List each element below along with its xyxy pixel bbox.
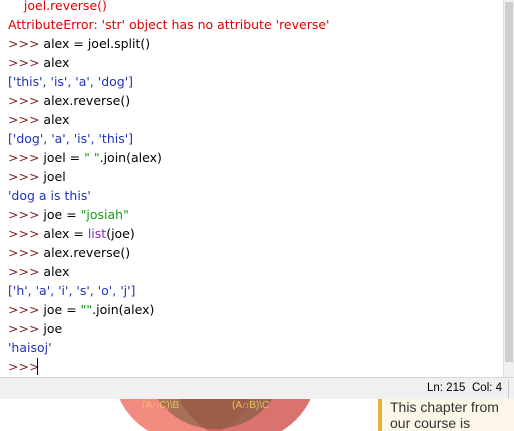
- line-number-indicator: Ln: 215: [427, 382, 466, 394]
- prompt-marker: >>>: [8, 302, 40, 317]
- python-shell-text-area[interactable]: joel.reverse() AttributeError: 'str' obje…: [0, 0, 514, 377]
- shell-output-line: ['h', 'a', 'i', 's', 'o', 'j']: [8, 281, 135, 300]
- callout-line-1: This chapter from: [390, 399, 499, 415]
- output-text: ['this', 'is', 'a', 'dog']: [8, 74, 134, 89]
- string-literal: " ": [84, 150, 100, 165]
- prompt-marker: >>>: [8, 264, 40, 279]
- prompt-marker: >>>: [8, 36, 40, 51]
- column-number-indicator: Col: 4: [472, 382, 503, 394]
- shell-input-line: >>> alex: [8, 53, 69, 72]
- prompt-marker: >>>: [8, 226, 40, 241]
- code-text: joe =: [43, 302, 81, 317]
- builtin-name: list: [87, 226, 107, 241]
- shell-input-line: >>> joel = " ".join(alex): [8, 148, 162, 167]
- shell-input-line: >>> alex: [8, 262, 69, 281]
- prompt-marker: >>>: [8, 321, 40, 336]
- shell-output-line: 'dog a is this': [8, 186, 91, 205]
- sidebar-callout: This chapter from our course is: [378, 399, 514, 431]
- shell-input-line: >>> alex = joel.split(): [8, 34, 150, 53]
- resize-grip[interactable]: [508, 380, 514, 398]
- output-text: ['dog', 'a', 'is', 'this']: [8, 131, 134, 146]
- code-text: (joe): [106, 226, 135, 241]
- code-text: alex: [43, 112, 70, 127]
- shell-error-line: AttributeError: 'str' object has no attr…: [8, 15, 329, 34]
- shell-input-line: >>> alex = list(joe): [8, 224, 135, 243]
- shell-output-line: ['dog', 'a', 'is', 'this']: [8, 129, 133, 148]
- prompt-marker: >>>: [8, 112, 40, 127]
- callout-line-2: our course is: [390, 415, 471, 431]
- shell-input-line: >>> alex.reverse(): [8, 91, 130, 110]
- prompt-marker: >>>: [8, 55, 40, 70]
- background-webpage: (A∩C)\B (A∩B)\C This chapter from our co…: [0, 399, 514, 431]
- code-text: alex.reverse(): [43, 245, 131, 260]
- code-text: alex: [43, 264, 70, 279]
- shell-output-line: 'haisoj': [8, 338, 52, 357]
- shell-input-line: >>> joe = "josiah": [8, 205, 129, 224]
- code-text: .join(alex): [92, 302, 155, 317]
- shell-input-line: >>> alex: [8, 110, 69, 129]
- shell-input-line: >>> joe: [8, 319, 62, 338]
- code-text: alex.reverse(): [43, 93, 131, 108]
- scrollbar-thumb[interactable]: [505, 2, 513, 362]
- code-text: joel =: [43, 150, 85, 165]
- callout-text: This chapter from our course is: [390, 399, 514, 431]
- prompt-marker: >>>: [8, 207, 40, 222]
- code-text: joel.reverse(): [8, 0, 107, 13]
- prompt-marker: >>>: [8, 150, 40, 165]
- prompt-marker: >>>: [8, 359, 40, 374]
- text-cursor: [37, 358, 38, 375]
- vertical-scrollbar[interactable]: [503, 0, 514, 377]
- venn-label-left: (A∩C)\B: [142, 400, 180, 411]
- code-text: joel: [43, 169, 66, 184]
- shell-input-line: >>>: [8, 357, 43, 376]
- error-text: AttributeError: 'str' object has no attr…: [8, 17, 330, 32]
- status-bar: Ln: 215 Col: 4: [0, 377, 514, 399]
- venn-diagram-fragment: (A∩C)\B (A∩B)\C: [119, 399, 311, 431]
- prompt-marker: >>>: [8, 169, 40, 184]
- string-literal: "": [80, 302, 93, 317]
- code-text: .join(alex): [99, 150, 162, 165]
- shell-input-line: >>> joe = "".join(alex): [8, 300, 154, 319]
- shell-input-line: >>> joel: [8, 167, 66, 186]
- output-text: ['h', 'a', 'i', 's', 'o', 'j']: [8, 283, 136, 298]
- venn-label-right: (A∩B)\C: [232, 400, 269, 411]
- output-text: 'dog a is this': [8, 188, 91, 203]
- code-text: joe: [43, 321, 63, 336]
- code-text: alex = joel.split(): [43, 36, 151, 51]
- shell-output-line: ['this', 'is', 'a', 'dog']: [8, 72, 133, 91]
- code-text: alex: [43, 55, 70, 70]
- output-text: 'haisoj': [8, 340, 52, 355]
- shell-input-line: joel.reverse(): [8, 0, 107, 15]
- code-text: joe =: [43, 207, 81, 222]
- code-text: alex =: [43, 226, 88, 241]
- prompt-marker: >>>: [8, 245, 40, 260]
- shell-input-line: >>> alex.reverse(): [8, 243, 130, 262]
- string-literal: "josiah": [80, 207, 129, 222]
- prompt-marker: >>>: [8, 93, 40, 108]
